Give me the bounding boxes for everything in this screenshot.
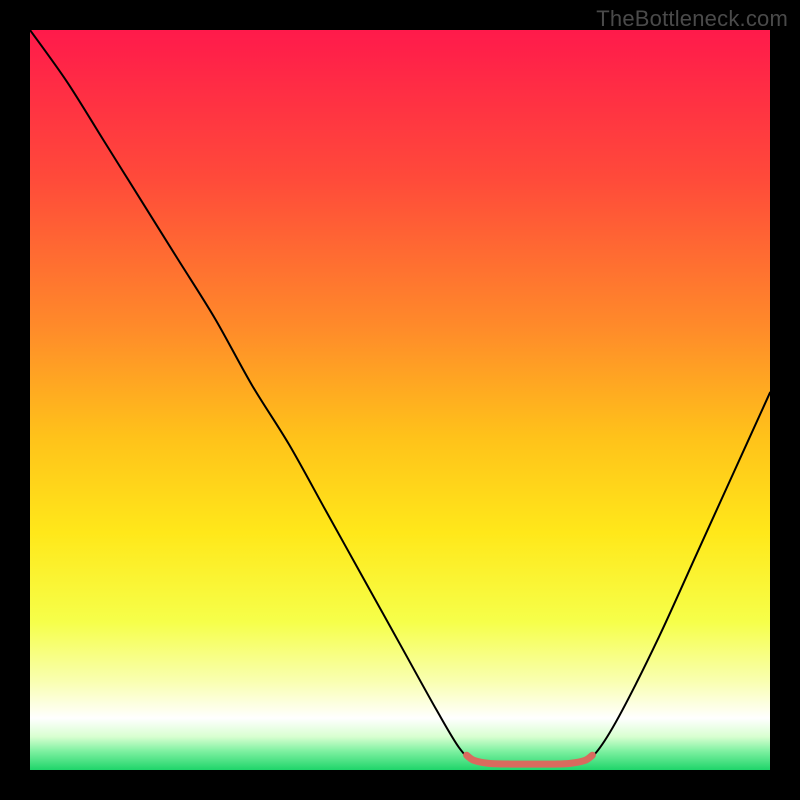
- chart-svg: [30, 30, 770, 770]
- watermark-text: TheBottleneck.com: [596, 6, 788, 32]
- gradient-background: [30, 30, 770, 770]
- chart-frame: TheBottleneck.com: [0, 0, 800, 800]
- plot-area: [30, 30, 770, 770]
